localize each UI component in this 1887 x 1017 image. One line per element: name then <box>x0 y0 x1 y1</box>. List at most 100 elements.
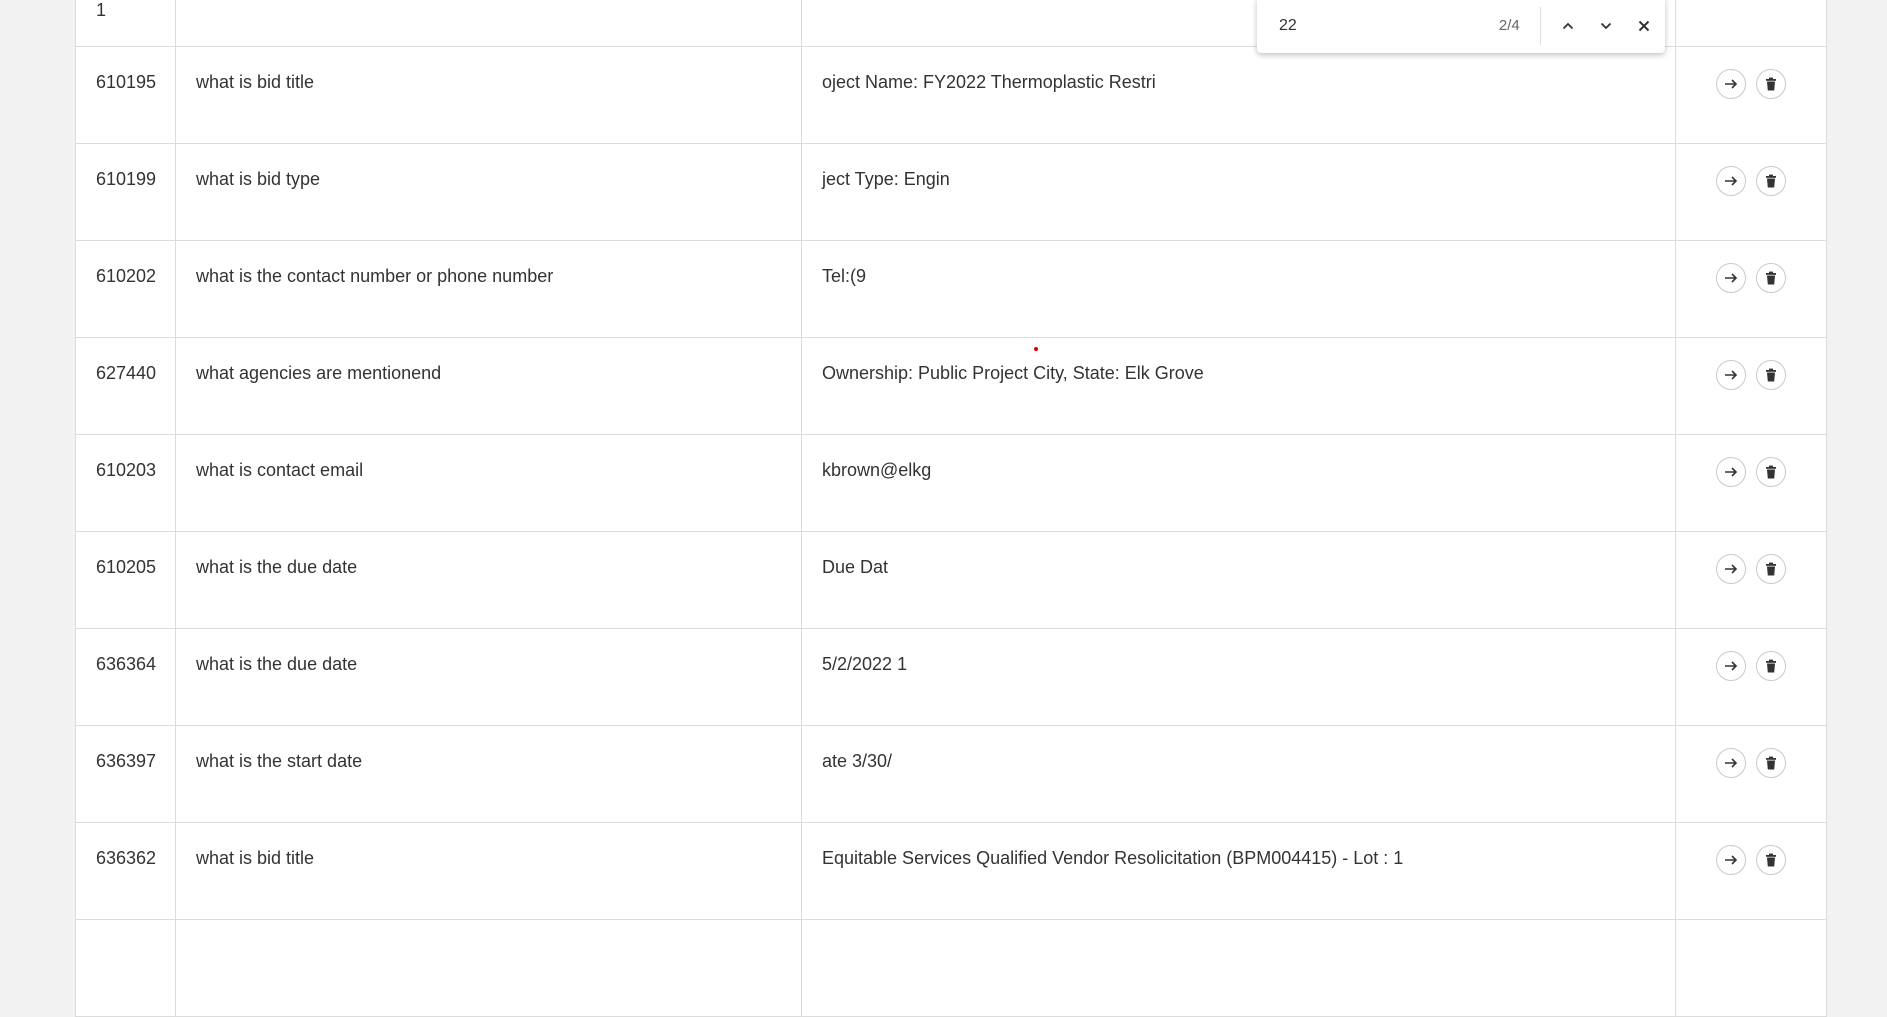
row-answer <box>802 920 1676 1016</box>
row-question <box>176 920 802 1016</box>
find-next-button[interactable] <box>1589 8 1623 44</box>
go-button[interactable] <box>1716 554 1746 584</box>
row-answer: ject Type: Engin <box>802 144 1676 240</box>
go-button[interactable] <box>1716 845 1746 875</box>
row-id: 636362 <box>76 823 176 919</box>
go-button[interactable] <box>1716 69 1746 99</box>
trash-icon <box>1766 562 1776 576</box>
find-close-button[interactable] <box>1627 8 1661 44</box>
find-previous-button[interactable] <box>1551 8 1585 44</box>
row-answer: oject Name: FY2022 Thermoplastic Restri <box>802 47 1676 143</box>
table-row: 636362 what is bid title Equitable Servi… <box>76 823 1826 920</box>
row-actions <box>1676 338 1826 434</box>
row-actions <box>1676 0 1826 46</box>
row-question: what is bid title <box>176 47 802 143</box>
row-id <box>76 920 176 1016</box>
table-row: 610202 what is the contact number or pho… <box>76 241 1826 338</box>
row-actions <box>1676 435 1826 531</box>
row-id: 610195 <box>76 47 176 143</box>
row-id: 636364 <box>76 629 176 725</box>
row-question: what is the due date <box>176 532 802 628</box>
row-answer: Equitable Services Qualified Vendor Reso… <box>802 823 1676 919</box>
delete-button[interactable] <box>1756 748 1786 778</box>
go-button[interactable] <box>1716 263 1746 293</box>
table-row: 610205 what is the due date Due Dat <box>76 532 1826 629</box>
delete-button[interactable] <box>1756 263 1786 293</box>
delete-button[interactable] <box>1756 69 1786 99</box>
row-actions <box>1676 532 1826 628</box>
close-icon <box>1638 20 1650 31</box>
find-match-count: 2/4 <box>1498 17 1520 34</box>
row-actions <box>1676 823 1826 919</box>
delete-button[interactable] <box>1756 166 1786 196</box>
row-question: what agencies are mentionend <box>176 338 802 434</box>
trash-icon <box>1766 368 1776 382</box>
trash-icon <box>1766 174 1776 188</box>
trash-icon <box>1766 853 1776 867</box>
table-row: 636397 what is the start date ate 3/30/ <box>76 726 1826 823</box>
go-button[interactable] <box>1716 360 1746 390</box>
row-actions <box>1676 241 1826 337</box>
delete-button[interactable] <box>1756 554 1786 584</box>
row-id: 636397 <box>76 726 176 822</box>
row-id: 610199 <box>76 144 176 240</box>
table-row: 627440 what agencies are mentionend Owne… <box>76 338 1826 435</box>
row-id: 1 <box>76 0 176 46</box>
row-actions <box>1676 629 1826 725</box>
row-id: 627440 <box>76 338 176 434</box>
delete-button[interactable] <box>1756 360 1786 390</box>
trash-icon <box>1766 271 1776 285</box>
arrow-right-icon <box>1725 273 1738 283</box>
find-in-page-bar: 2/4 <box>1257 0 1665 53</box>
row-answer: Tel:(9 <box>802 241 1676 337</box>
go-button[interactable] <box>1716 651 1746 681</box>
row-question: what is the contact number or phone numb… <box>176 241 802 337</box>
arrow-right-icon <box>1725 564 1738 574</box>
chevron-down-icon <box>1600 22 1611 29</box>
row-id: 610202 <box>76 241 176 337</box>
trash-icon <box>1766 77 1776 91</box>
delete-button[interactable] <box>1756 651 1786 681</box>
row-question <box>176 0 802 46</box>
arrow-right-icon <box>1725 467 1738 477</box>
arrow-right-icon <box>1725 661 1738 671</box>
arrow-right-icon <box>1725 758 1738 768</box>
row-actions <box>1676 920 1826 1016</box>
arrow-right-icon <box>1725 79 1738 89</box>
row-answer: ate 3/30/ <box>802 726 1676 822</box>
row-actions <box>1676 726 1826 822</box>
delete-button[interactable] <box>1756 845 1786 875</box>
row-id: 610205 <box>76 532 176 628</box>
chevron-up-icon <box>1562 22 1573 29</box>
row-actions <box>1676 47 1826 143</box>
find-divider <box>1539 6 1541 45</box>
row-answer: 5/2/2022 1 <box>802 629 1676 725</box>
table-row: 636364 what is the due date 5/2/2022 1 <box>76 629 1826 726</box>
arrow-right-icon <box>1725 855 1738 865</box>
arrow-right-icon <box>1725 370 1738 380</box>
go-button[interactable] <box>1716 457 1746 487</box>
row-answer: Ownership: Public Project City, State: E… <box>802 338 1676 434</box>
results-table: 1 610195 what is bid title oject Name: F… <box>75 0 1827 1017</box>
row-answer: kbrown@elkg <box>802 435 1676 531</box>
trash-icon <box>1766 756 1776 770</box>
delete-button[interactable] <box>1756 457 1786 487</box>
table-row: 610203 what is contact email kbrown@elkg <box>76 435 1826 532</box>
go-button[interactable] <box>1716 166 1746 196</box>
arrow-right-icon <box>1725 176 1738 186</box>
row-question: what is bid title <box>176 823 802 919</box>
find-input[interactable] <box>1277 15 1461 36</box>
go-button[interactable] <box>1716 748 1746 778</box>
row-question: what is the due date <box>176 629 802 725</box>
row-question: what is contact email <box>176 435 802 531</box>
table-row: 610195 what is bid title oject Name: FY2… <box>76 47 1826 144</box>
row-id: 610203 <box>76 435 176 531</box>
row-question: what is bid type <box>176 144 802 240</box>
cursor-indicator <box>1034 347 1038 351</box>
table-row: 610199 what is bid type ject Type: Engin <box>76 144 1826 241</box>
row-answer: Due Dat <box>802 532 1676 628</box>
row-question: what is the start date <box>176 726 802 822</box>
trash-icon <box>1766 465 1776 479</box>
row-actions <box>1676 144 1826 240</box>
trash-icon <box>1766 659 1776 673</box>
